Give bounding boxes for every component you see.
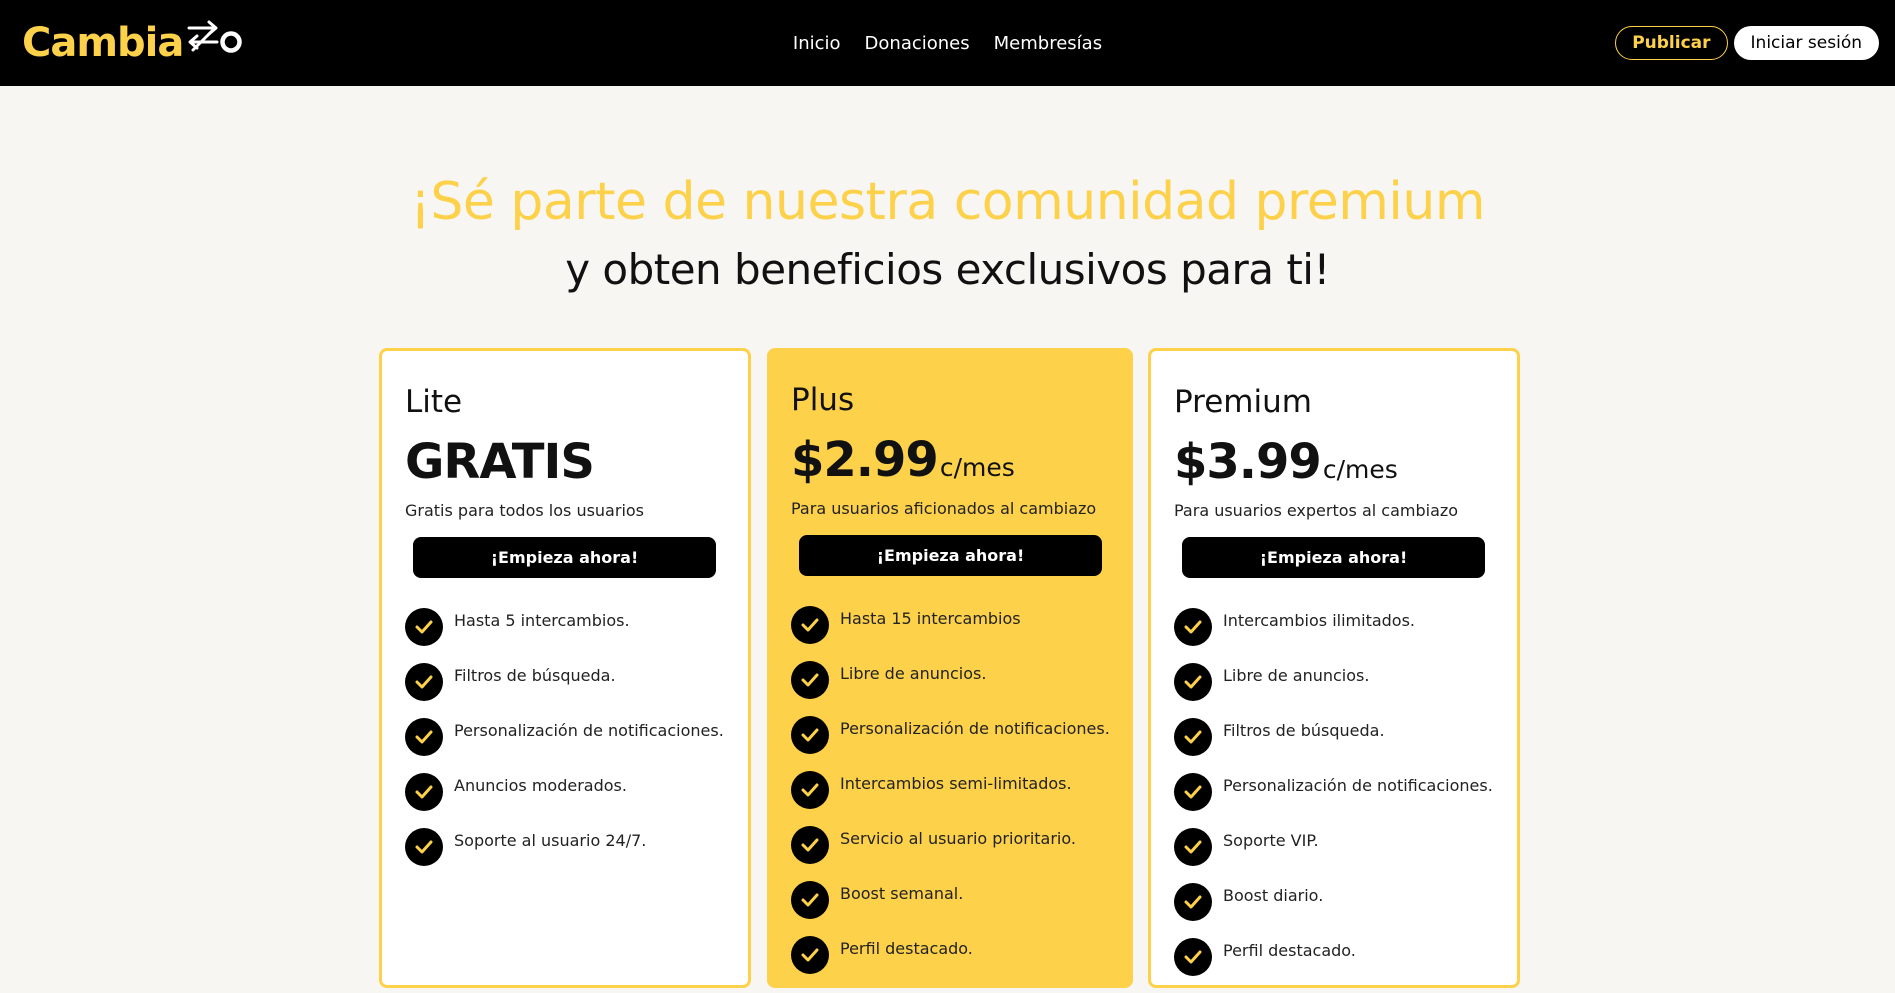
feature-text: Hasta 15 intercambios	[840, 609, 1021, 628]
check-icon	[791, 716, 829, 754]
top-navbar: Cambia Inicio Donaciones Membresías Publ…	[0, 0, 1895, 86]
logo-text: Cambia	[22, 20, 184, 66]
start-now-button-lite[interactable]: ¡Empieza ahora!	[413, 537, 716, 578]
feature-text: Hasta 5 intercambios.	[454, 611, 630, 630]
plan-price-row: $2.99 c/mes	[791, 436, 1115, 484]
feature-text: Libre de anuncios.	[1223, 666, 1370, 685]
check-icon	[405, 718, 443, 756]
start-now-button-premium[interactable]: ¡Empieza ahora!	[1182, 537, 1485, 578]
plan-name: Lite	[405, 384, 463, 420]
hero-title: ¡Sé parte de nuestra comunidad premium	[409, 172, 1486, 232]
nav-actions: Publicar Iniciar sesión	[1615, 26, 1879, 60]
feature-text: Boost diario.	[1223, 886, 1324, 905]
check-icon	[405, 663, 443, 701]
check-icon	[1174, 718, 1212, 756]
feature-item: Soporte VIP.	[1174, 828, 1499, 883]
feature-text: Filtros de búsqueda.	[1223, 721, 1385, 740]
feature-item: Perfil destacado.	[791, 936, 1115, 991]
plan-price: GRATIS	[405, 434, 595, 490]
check-icon	[405, 608, 443, 646]
check-icon	[791, 881, 829, 919]
check-icon	[791, 661, 829, 699]
feature-text: Boost semanal.	[840, 884, 964, 903]
nav-link-membresias[interactable]: Membresías	[994, 33, 1102, 54]
plan-card-plus: Plus $2.99 c/mes Para usuarios aficionad…	[767, 348, 1133, 988]
plan-name: Plus	[791, 382, 855, 418]
feature-item: Soporte al usuario 24/7.	[405, 828, 730, 883]
check-icon	[405, 828, 443, 866]
feature-item: Personalización de notificaciones.	[1174, 773, 1499, 828]
plan-name: Premium	[1174, 384, 1312, 420]
check-icon	[791, 936, 829, 974]
check-icon	[1174, 773, 1212, 811]
feature-list: Hasta 5 intercambios. Filtros de búsqued…	[405, 608, 730, 883]
check-icon	[791, 771, 829, 809]
check-icon	[405, 773, 443, 811]
feature-item: Filtros de búsqueda.	[405, 663, 730, 718]
feature-item: Intercambios semi-limitados.	[791, 771, 1115, 826]
feature-item: Filtros de búsqueda.	[1174, 718, 1499, 773]
plan-card-lite: Lite GRATIS Gratis para todos los usuari…	[379, 348, 751, 988]
feature-text: Perfil destacado.	[840, 939, 973, 958]
feature-text: Soporte VIP.	[1223, 831, 1319, 850]
feature-text: Personalización de notificaciones.	[1223, 776, 1493, 795]
plan-description: Gratis para todos los usuarios	[405, 501, 645, 520]
feature-item: Hasta 15 intercambios	[791, 606, 1115, 661]
feature-item: Personalización de notificaciones.	[791, 716, 1115, 771]
check-icon	[791, 606, 829, 644]
feature-item: Hasta 5 intercambios.	[405, 608, 730, 663]
plan-price: $3.99	[1174, 434, 1322, 490]
check-icon	[1174, 608, 1212, 646]
check-icon	[1174, 828, 1212, 866]
check-icon	[1174, 663, 1212, 701]
feature-item: Personalización de notificaciones.	[405, 718, 730, 773]
check-icon	[1174, 938, 1212, 976]
plan-description: Para usuarios aficionados al cambiazo	[791, 499, 1097, 518]
plan-period: c/mes	[1322, 455, 1398, 484]
nav-link-inicio[interactable]: Inicio	[793, 33, 841, 54]
feature-text: Soporte al usuario 24/7.	[454, 831, 647, 850]
main-nav: Inicio Donaciones Membresías	[0, 0, 1895, 86]
feature-list: Intercambios ilimitados. Libre de anunci…	[1174, 608, 1499, 993]
feature-item: Servicio al usuario prioritario.	[791, 826, 1115, 881]
feature-item: Boost diario.	[1174, 883, 1499, 938]
feature-text: Personalización de notificaciones.	[454, 721, 724, 740]
feature-text: Perfil destacado.	[1223, 941, 1356, 960]
feature-text: Servicio al usuario prioritario.	[840, 829, 1076, 848]
plan-price: $2.99	[791, 432, 939, 488]
cambiazo-logo[interactable]: Cambia	[22, 18, 243, 68]
plan-period: c/mes	[939, 453, 1015, 482]
feature-item: Libre de anuncios.	[791, 661, 1115, 716]
nav-link-donaciones[interactable]: Donaciones	[865, 33, 970, 54]
logo-arrows-icon	[185, 18, 243, 68]
feature-item: Libre de anuncios.	[1174, 663, 1499, 718]
plan-description: Para usuarios expertos al cambiazo	[1174, 501, 1459, 520]
login-button[interactable]: Iniciar sesión	[1733, 26, 1879, 60]
feature-text: Filtros de búsqueda.	[454, 666, 616, 685]
feature-text: Libre de anuncios.	[840, 664, 987, 683]
feature-item: Anuncios moderados.	[405, 773, 730, 828]
feature-item: Intercambios ilimitados.	[1174, 608, 1499, 663]
plan-price-row: $3.99 c/mes	[1174, 438, 1499, 486]
feature-list: Hasta 15 intercambios Libre de anuncios.…	[791, 606, 1115, 991]
publicar-button[interactable]: Publicar	[1615, 26, 1728, 60]
check-icon	[1174, 883, 1212, 921]
feature-text: Personalización de notificaciones.	[840, 719, 1110, 738]
hero-subtitle: y obten beneficios exclusivos para ti!	[565, 245, 1330, 294]
start-now-button-plus[interactable]: ¡Empieza ahora!	[799, 535, 1102, 576]
feature-item: Boost semanal.	[791, 881, 1115, 936]
feature-text: Intercambios semi-limitados.	[840, 774, 1072, 793]
feature-text: Anuncios moderados.	[454, 776, 627, 795]
feature-text: Intercambios ilimitados.	[1223, 611, 1416, 630]
plan-price-row: GRATIS	[405, 438, 730, 486]
plan-card-premium: Premium $3.99 c/mes Para usuarios expert…	[1148, 348, 1520, 988]
check-icon	[791, 826, 829, 864]
